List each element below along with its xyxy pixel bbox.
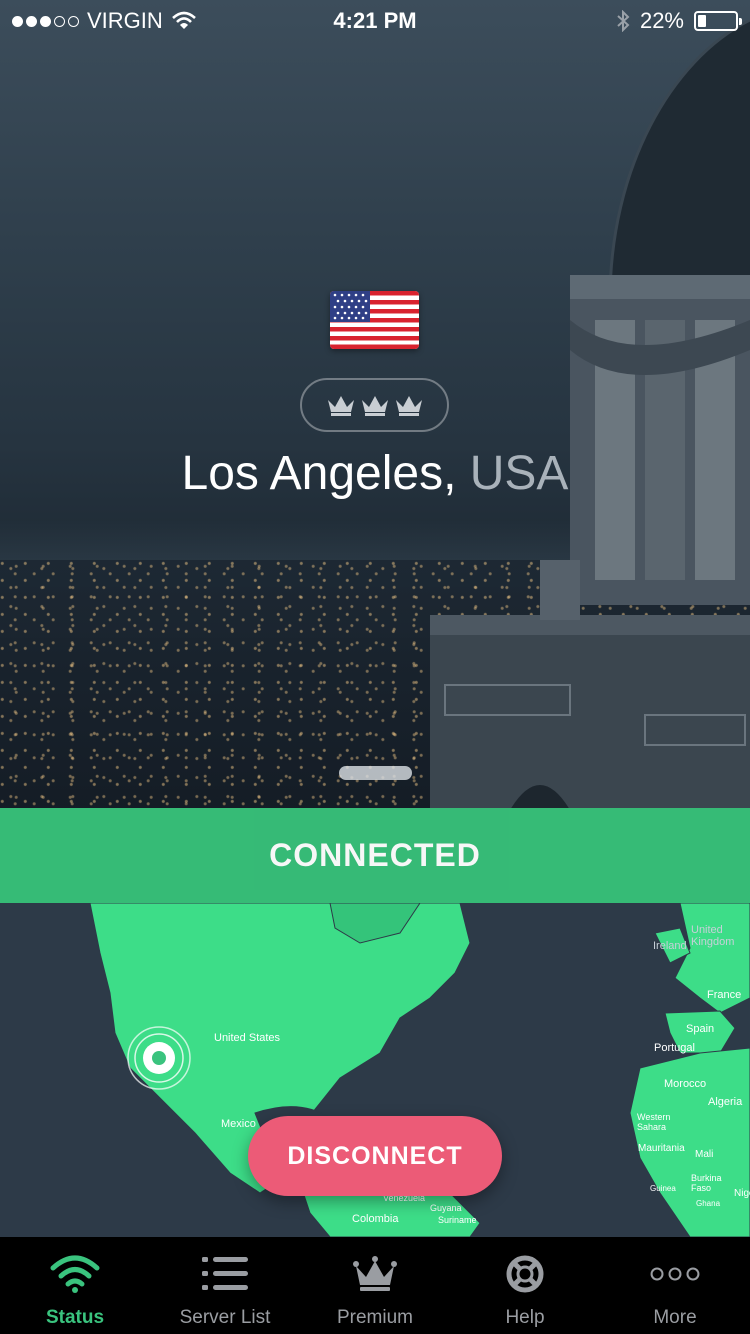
city-name: Los Angeles,: [181, 447, 457, 500]
drag-handle[interactable]: [339, 766, 412, 780]
map-label-burkina-faso: Burkina Faso: [691, 1173, 722, 1193]
map-label-uk: United Kingdom: [691, 924, 735, 948]
map-label-algeria: Algeria: [708, 1096, 743, 1108]
bluetooth-icon: [617, 10, 630, 32]
us-flag-icon: [330, 291, 419, 349]
wifi-icon: [50, 1251, 100, 1297]
list-icon: [200, 1251, 250, 1297]
crown-icon: [350, 1251, 400, 1297]
tab-server-list[interactable]: Server List: [150, 1237, 300, 1334]
map-label-france: France: [707, 989, 742, 1001]
map-label-niger: Niger: [734, 1188, 750, 1199]
map-label-mauritania: Mauritania: [638, 1143, 685, 1154]
battery-icon: [694, 11, 742, 31]
country-name: USA: [469, 447, 569, 500]
map-label-ghana: Ghana: [696, 1199, 721, 1208]
map-label-mali: Mali: [695, 1149, 714, 1160]
tab-status[interactable]: Status: [0, 1237, 150, 1334]
status-bar: VIRGIN 4:21 PM 22%: [0, 0, 750, 40]
lifebuoy-icon: [500, 1251, 550, 1297]
map-label-western-sahara: Western Sahara: [637, 1112, 671, 1132]
tab-premium[interactable]: Premium: [300, 1237, 450, 1334]
map-label-portugal: Portugal: [654, 1042, 695, 1054]
tab-label: Help: [505, 1307, 545, 1328]
tab-label: Status: [45, 1307, 105, 1328]
tab-help[interactable]: Help: [450, 1237, 600, 1334]
tab-label: More: [653, 1307, 697, 1328]
map-label-colombia: Colombia: [352, 1213, 399, 1225]
map-label-guinea: Guinea: [650, 1184, 676, 1193]
tab-bar: Status Server List Premium Help More: [0, 1237, 750, 1334]
crown-icon: [327, 396, 354, 416]
map-label-mexico: Mexico: [221, 1118, 256, 1130]
map-label-morocco: Morocco: [664, 1078, 707, 1090]
map-label-us: United States: [214, 1032, 281, 1044]
server-tier-badge: [300, 378, 449, 432]
crown-icon: [361, 396, 388, 416]
more-icon: [650, 1251, 700, 1297]
map-label-spain: Spain: [686, 1023, 715, 1035]
map-label-ireland: Ireland: [653, 940, 687, 952]
vpn-status-screen: VIRGIN 4:21 PM 22% Los Angeles, USA CONN…: [0, 0, 750, 1334]
crown-icon: [395, 396, 422, 416]
server-location: Los Angeles, USA: [0, 446, 750, 501]
map-label-guyana: Guyana: [430, 1203, 462, 1213]
connection-status-banner: CONNECTED: [0, 808, 750, 903]
map-label-suriname: Suriname: [438, 1215, 477, 1225]
tab-label: Server List: [179, 1307, 271, 1328]
battery-percent: 22%: [639, 8, 684, 33]
disconnect-button[interactable]: DISCONNECT: [248, 1116, 502, 1196]
observatory-image: [430, 20, 750, 808]
tab-label: Premium: [336, 1307, 413, 1328]
tab-more[interactable]: More: [600, 1237, 750, 1334]
